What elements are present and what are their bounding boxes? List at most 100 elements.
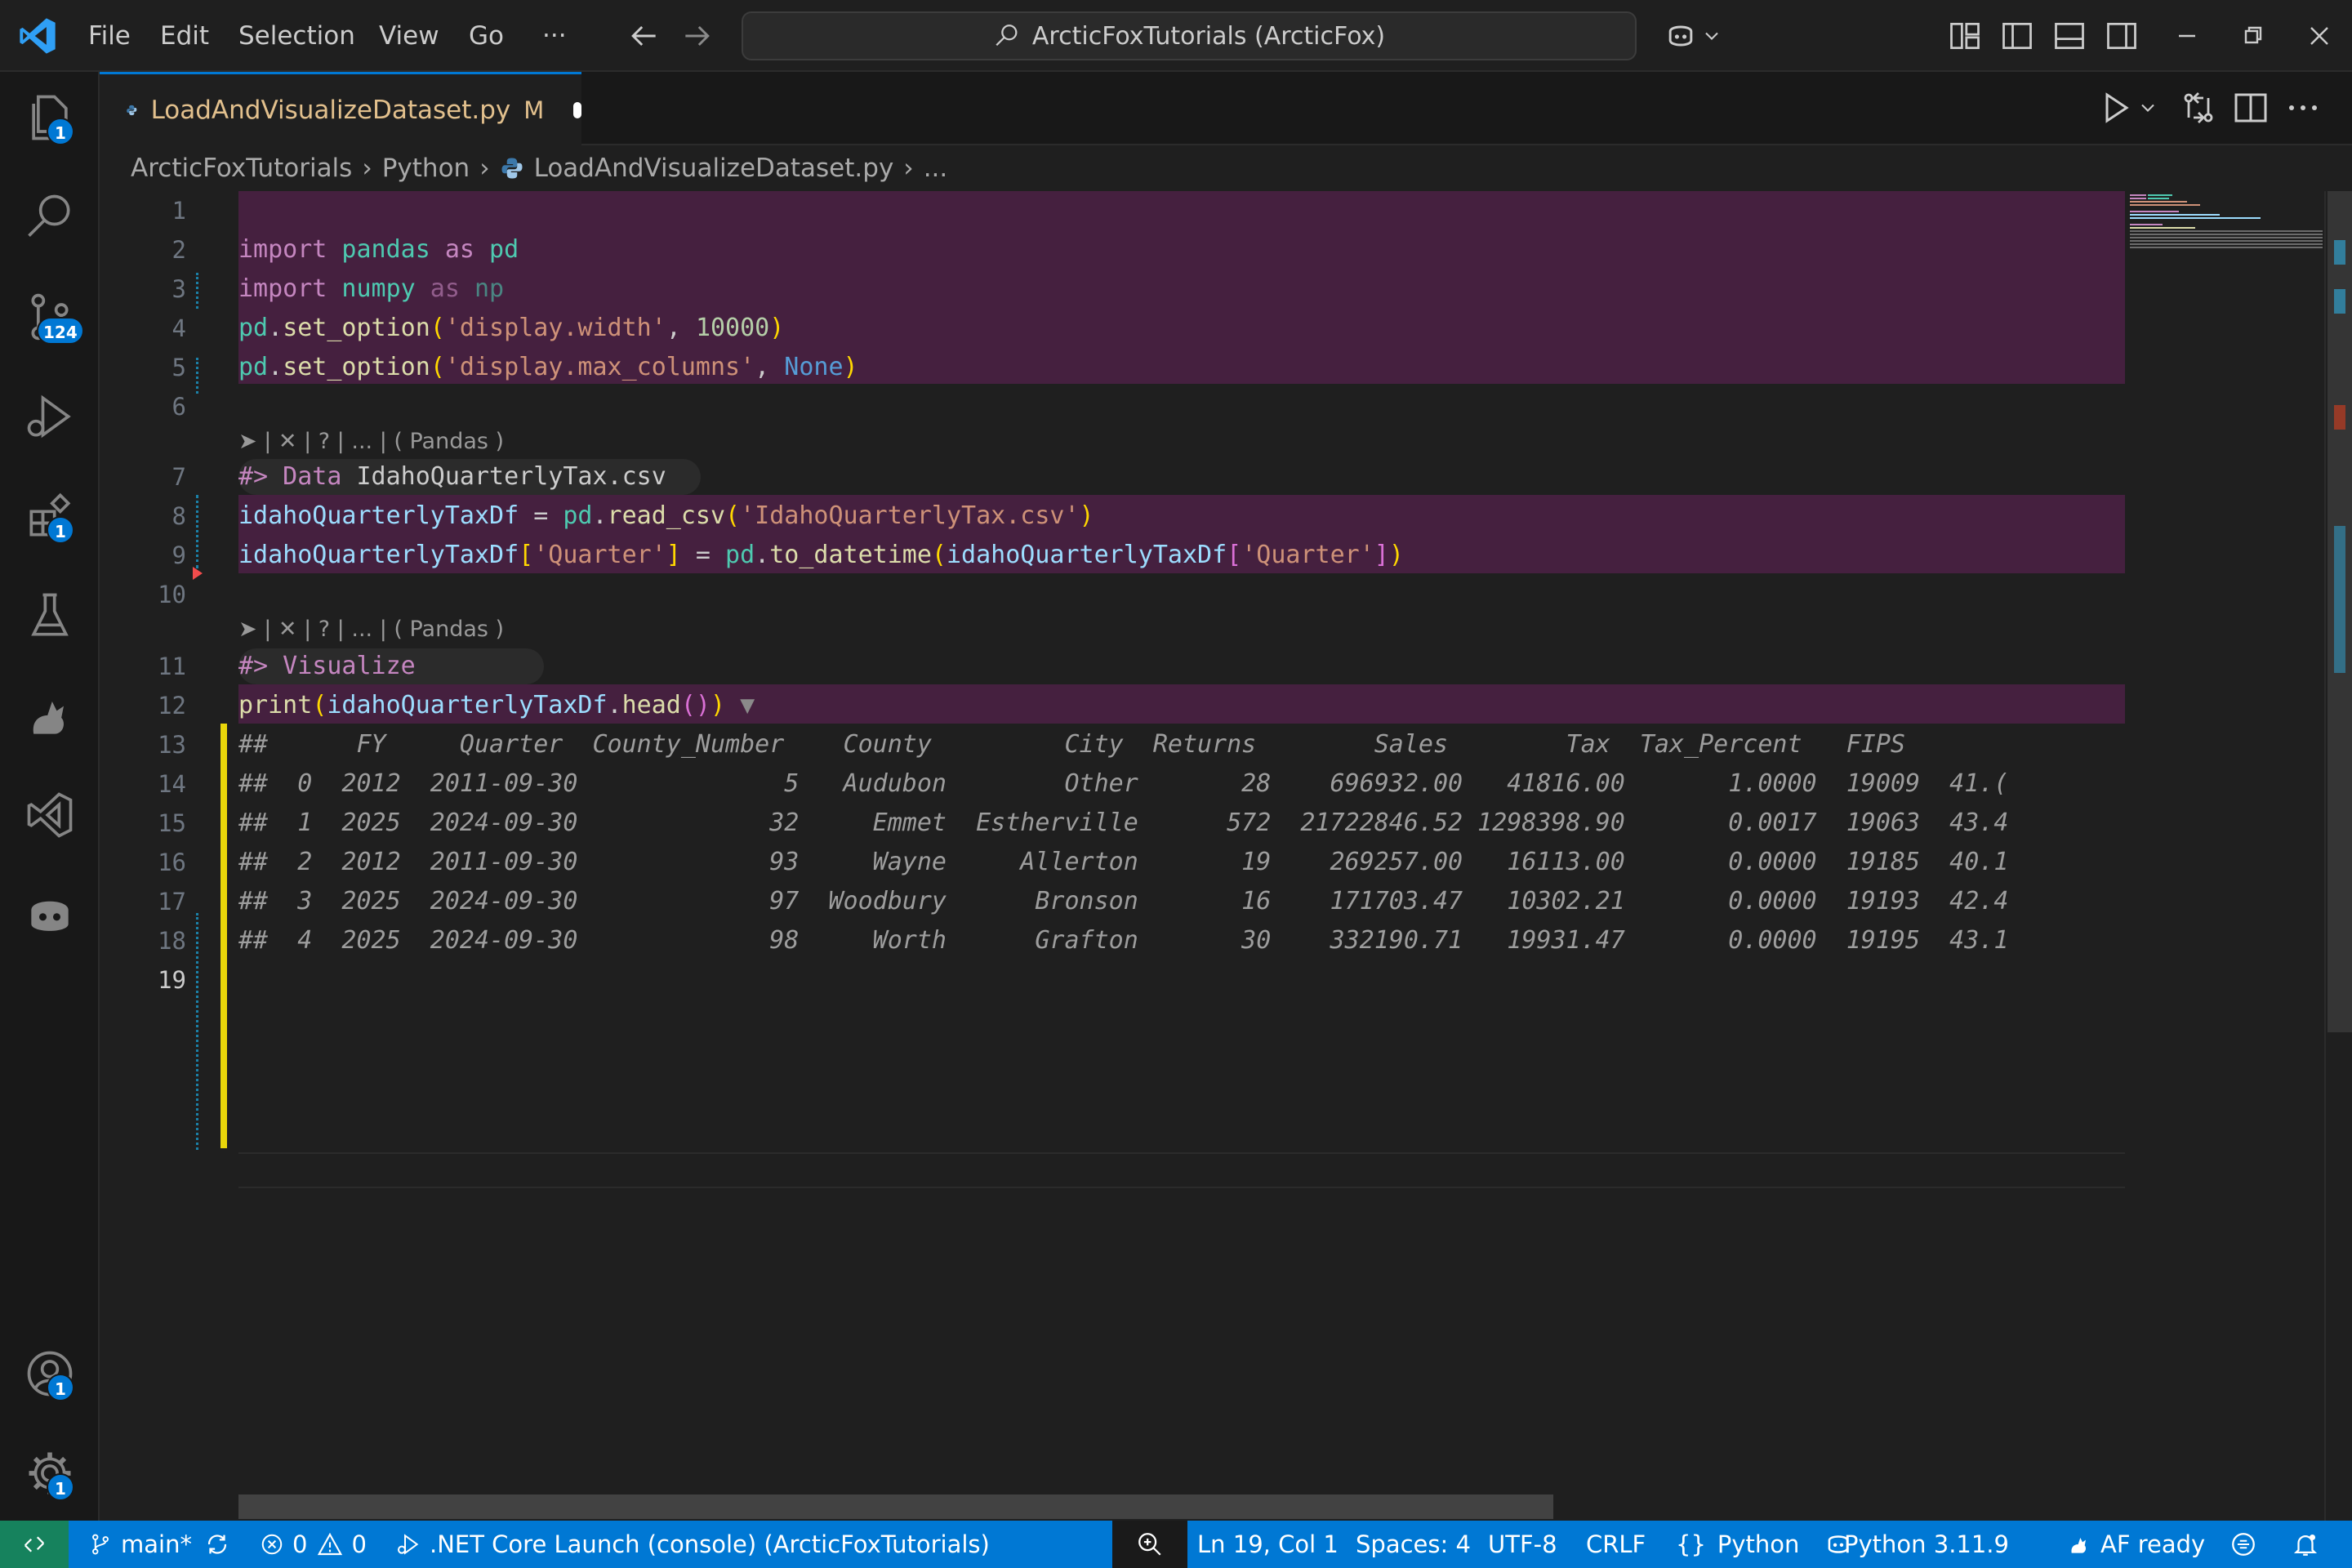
run-debug-icon bbox=[27, 394, 71, 439]
output-line: 18 ## 4 2025 2024-09-30 98 Worth Grafton… bbox=[100, 921, 2125, 960]
run-debug-button[interactable] bbox=[22, 389, 78, 444]
tab-load-and-visualize[interactable]: LoadAndVisualizeDataset.py M bbox=[100, 72, 581, 145]
visual-studio-button[interactable] bbox=[22, 787, 78, 843]
line-number: 17 bbox=[158, 888, 186, 915]
source-control-button[interactable]: 124 bbox=[22, 289, 84, 345]
sync-icon[interactable] bbox=[203, 1530, 231, 1558]
current-line-highlight bbox=[238, 1152, 2125, 1188]
braces-icon: {} bbox=[1676, 1530, 1706, 1558]
arctic-fox-button[interactable] bbox=[22, 688, 78, 743]
run-options-chevron-icon[interactable] bbox=[2136, 88, 2159, 127]
tab-title: LoadAndVisualizeDataset.py bbox=[150, 95, 511, 125]
line-number: 8 bbox=[172, 502, 186, 530]
menu-go[interactable]: Go bbox=[469, 0, 504, 72]
output-row: ## 1 2025 2024-09-30 32 Emmet Esthervill… bbox=[238, 808, 2009, 837]
copilot-icon[interactable] bbox=[1663, 18, 1699, 54]
toggle-primary-sidebar-icon[interactable] bbox=[1999, 18, 2035, 54]
code-line: 10 bbox=[100, 575, 2125, 614]
feedback-button[interactable] bbox=[2230, 1521, 2265, 1568]
horizontal-scrollbar-thumb[interactable] bbox=[238, 1494, 1553, 1519]
split-editor-icon[interactable] bbox=[2231, 88, 2270, 127]
toggle-secondary-sidebar-icon[interactable] bbox=[2104, 18, 2140, 54]
testing-button[interactable] bbox=[22, 588, 78, 644]
minimap[interactable] bbox=[2125, 191, 2324, 1521]
line-number: 7 bbox=[172, 463, 186, 491]
line-number: 6 bbox=[172, 393, 186, 421]
back-arrow-icon[interactable] bbox=[626, 18, 662, 54]
copilot-chat-button[interactable] bbox=[22, 887, 78, 942]
arctic-fox-status[interactable]: AF ready bbox=[2066, 1521, 2205, 1568]
fox-icon bbox=[2071, 1538, 2086, 1553]
indentation[interactable]: Spaces: 4 bbox=[1356, 1521, 1471, 1568]
line-number: 5 bbox=[172, 354, 186, 381]
extensions-button[interactable]: 1 bbox=[22, 488, 78, 544]
python-interpreter[interactable]: Python 3.11.9 bbox=[1844, 1521, 2009, 1568]
cell-codelens-visualize[interactable]: ➤ | ✕ | ? | ... | ( Pandas ) bbox=[238, 611, 504, 648]
branch-status[interactable]: main* bbox=[88, 1521, 239, 1568]
customize-layout-icon[interactable] bbox=[1947, 18, 1983, 54]
compare-changes-icon[interactable] bbox=[2179, 88, 2218, 127]
line-number: 3 bbox=[172, 275, 186, 303]
line-number: 15 bbox=[158, 809, 186, 837]
end-of-line[interactable]: CRLF bbox=[1586, 1521, 1646, 1568]
warning-count: 0 bbox=[351, 1530, 367, 1558]
search-view-button[interactable] bbox=[22, 189, 78, 245]
output-row: ## 0 2012 2011-09-30 5 Audubon Other 28 … bbox=[238, 769, 2009, 798]
accounts-button[interactable]: 1 bbox=[22, 1346, 78, 1401]
unsaved-dot-icon[interactable] bbox=[573, 101, 581, 118]
code-text: import numpy as np bbox=[238, 274, 505, 303]
code-line: 19 bbox=[100, 960, 2125, 1000]
code-editor[interactable]: 1 2 import pandas as pd 3 import numpy a… bbox=[100, 191, 2254, 1521]
chevron-down-icon[interactable] bbox=[1700, 18, 1723, 54]
vscode-logo-icon bbox=[20, 18, 56, 54]
line-number: 2 bbox=[172, 236, 186, 264]
explorer-button[interactable]: 1 bbox=[22, 90, 78, 145]
minimize-icon[interactable] bbox=[2167, 16, 2207, 56]
forward-arrow-icon[interactable] bbox=[679, 18, 715, 54]
fold-icon[interactable]: ▼ bbox=[725, 691, 755, 719]
encoding[interactable]: UTF-8 bbox=[1488, 1521, 1557, 1568]
menu-edit[interactable]: Edit bbox=[160, 0, 209, 72]
robot-icon bbox=[31, 901, 69, 931]
toggle-panel-icon[interactable] bbox=[2051, 18, 2087, 54]
vertical-scrollbar[interactable] bbox=[2324, 191, 2352, 1521]
cell-codelens-data[interactable]: ➤ | ✕ | ? | ... | ( Pandas ) bbox=[238, 423, 504, 461]
zoom-indicator[interactable] bbox=[1112, 1521, 1187, 1568]
restore-icon[interactable] bbox=[2233, 16, 2272, 56]
breadcrumb-symbols[interactable]: ... bbox=[924, 154, 948, 183]
scm-badge: 124 bbox=[37, 317, 84, 345]
notifications-button[interactable] bbox=[2292, 1521, 2328, 1568]
breadcrumb-file[interactable]: LoadAndVisualizeDataset.py bbox=[534, 154, 894, 183]
scrollbar-thumb[interactable] bbox=[2328, 191, 2352, 1032]
menu-view[interactable]: View bbox=[379, 0, 439, 72]
breadcrumb-folder[interactable]: Python bbox=[382, 154, 470, 183]
more-actions-icon[interactable] bbox=[2283, 88, 2323, 127]
cursor-position[interactable]: Ln 19, Col 1 bbox=[1197, 1521, 1339, 1568]
manage-button[interactable]: 1 bbox=[22, 1446, 78, 1501]
output-header: ## FY Quarter County_Number County City … bbox=[238, 730, 1905, 759]
code-text: idahoQuarterlyTaxDf = pd.read_csv('Idaho… bbox=[238, 501, 1094, 530]
line-number: 13 bbox=[158, 731, 186, 759]
language-mode[interactable]: {} Python bbox=[1676, 1521, 1799, 1568]
remote-indicator-button[interactable] bbox=[0, 1521, 69, 1568]
code-text: #> Data IdahoQuarterlyTax.csv bbox=[238, 462, 666, 491]
run-python-icon[interactable] bbox=[2096, 88, 2135, 127]
menu-selection[interactable]: Selection bbox=[238, 0, 355, 72]
code-line: 4 pd.set_option('display.width', 10000) bbox=[100, 309, 2125, 348]
debug-launch-status[interactable]: .NET Core Launch (console) (ArcticFoxTut… bbox=[395, 1521, 990, 1568]
breadcrumb: ArcticFoxTutorials › Python › LoadAndVis… bbox=[131, 145, 947, 191]
error-icon bbox=[261, 1534, 283, 1555]
problems-status[interactable]: 0 0 bbox=[260, 1521, 367, 1568]
breadcrumb-root[interactable]: ArcticFoxTutorials bbox=[131, 154, 352, 183]
close-icon[interactable] bbox=[2300, 16, 2339, 56]
line-number: 1 bbox=[172, 197, 186, 225]
status-bar: main* 0 0 .NET Core Launch (console) (Ar… bbox=[0, 1521, 2352, 1568]
code-line: 11 #> Visualize bbox=[100, 647, 2125, 686]
code-line: 7 #> Data IdahoQuarterlyTax.csv bbox=[100, 457, 2125, 497]
python-file-icon bbox=[501, 158, 523, 179]
menu-more[interactable]: ··· bbox=[542, 0, 567, 72]
command-center-search[interactable]: ArcticFoxTutorials (ArcticFox) bbox=[742, 11, 1637, 60]
menu-file[interactable]: File bbox=[88, 0, 131, 72]
title-bar: File Edit Selection View Go ··· ArcticFo… bbox=[0, 0, 2352, 72]
line-number: 11 bbox=[158, 653, 186, 680]
